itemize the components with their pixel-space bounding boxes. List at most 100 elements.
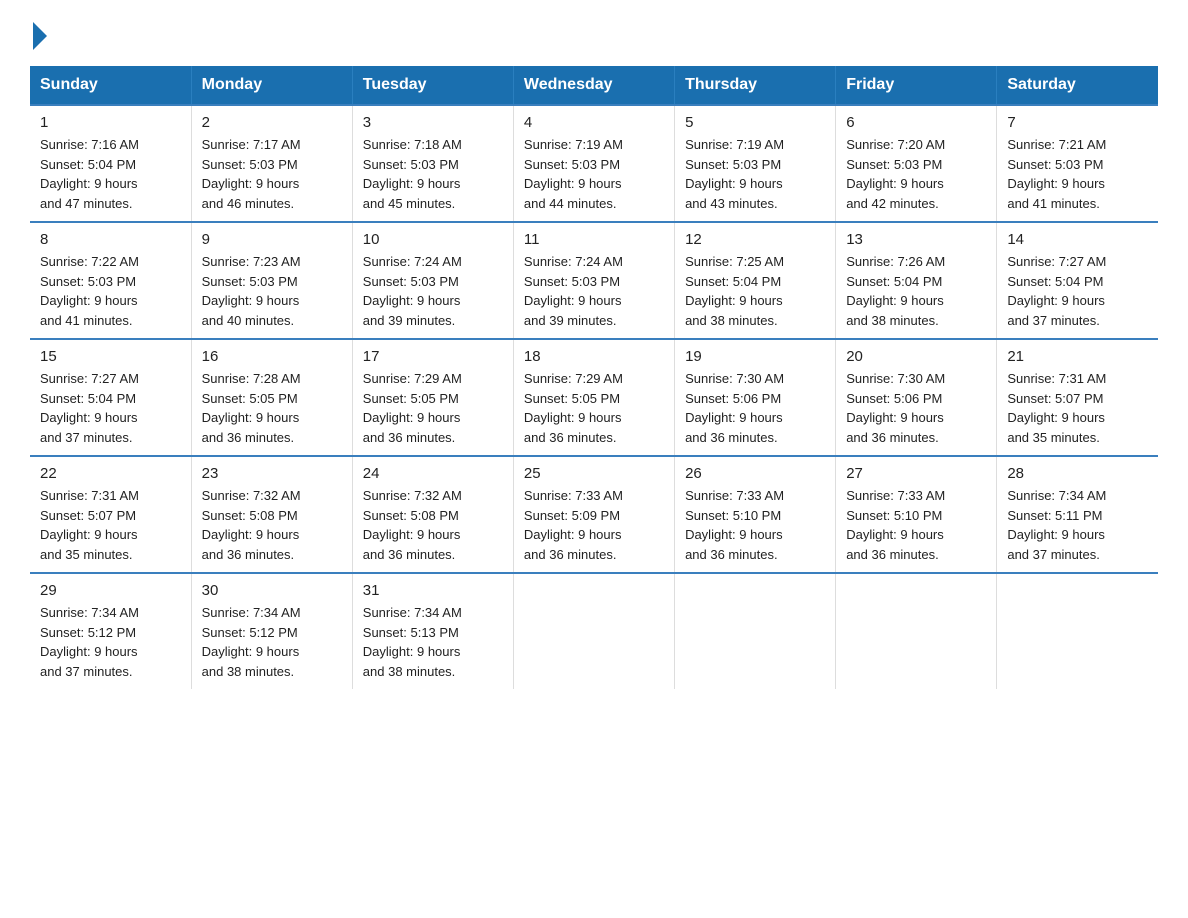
header-saturday: Saturday (997, 66, 1158, 105)
day-number: 22 (40, 465, 181, 482)
calendar-day-cell: 22 Sunrise: 7:31 AM Sunset: 5:07 PM Dayl… (30, 456, 191, 573)
day-info: Sunrise: 7:33 AM Sunset: 5:10 PM Dayligh… (846, 486, 986, 564)
day-info: Sunrise: 7:16 AM Sunset: 5:04 PM Dayligh… (40, 135, 181, 213)
day-number: 9 (202, 231, 342, 248)
day-info: Sunrise: 7:21 AM Sunset: 5:03 PM Dayligh… (1007, 135, 1148, 213)
day-info: Sunrise: 7:32 AM Sunset: 5:08 PM Dayligh… (202, 486, 342, 564)
day-number: 10 (363, 231, 503, 248)
day-info: Sunrise: 7:31 AM Sunset: 5:07 PM Dayligh… (40, 486, 181, 564)
day-info: Sunrise: 7:24 AM Sunset: 5:03 PM Dayligh… (363, 252, 503, 330)
day-number: 2 (202, 114, 342, 131)
day-number: 19 (685, 348, 825, 365)
day-info: Sunrise: 7:26 AM Sunset: 5:04 PM Dayligh… (846, 252, 986, 330)
calendar-day-cell: 20 Sunrise: 7:30 AM Sunset: 5:06 PM Dayl… (836, 339, 997, 456)
day-info: Sunrise: 7:27 AM Sunset: 5:04 PM Dayligh… (1007, 252, 1148, 330)
day-number: 13 (846, 231, 986, 248)
day-info: Sunrise: 7:17 AM Sunset: 5:03 PM Dayligh… (202, 135, 342, 213)
day-number: 15 (40, 348, 181, 365)
header-sunday: Sunday (30, 66, 191, 105)
day-info: Sunrise: 7:28 AM Sunset: 5:05 PM Dayligh… (202, 369, 342, 447)
calendar-day-cell (675, 573, 836, 689)
day-info: Sunrise: 7:20 AM Sunset: 5:03 PM Dayligh… (846, 135, 986, 213)
day-info: Sunrise: 7:27 AM Sunset: 5:04 PM Dayligh… (40, 369, 181, 447)
calendar-day-cell: 24 Sunrise: 7:32 AM Sunset: 5:08 PM Dayl… (352, 456, 513, 573)
day-number: 5 (685, 114, 825, 131)
day-number: 31 (363, 582, 503, 599)
logo-arrow-icon (33, 22, 47, 50)
calendar-week-row: 29 Sunrise: 7:34 AM Sunset: 5:12 PM Dayl… (30, 573, 1158, 689)
calendar-day-cell: 7 Sunrise: 7:21 AM Sunset: 5:03 PM Dayli… (997, 105, 1158, 222)
header-monday: Monday (191, 66, 352, 105)
calendar-day-cell (513, 573, 674, 689)
day-number: 8 (40, 231, 181, 248)
calendar-day-cell: 25 Sunrise: 7:33 AM Sunset: 5:09 PM Dayl… (513, 456, 674, 573)
day-number: 23 (202, 465, 342, 482)
day-number: 20 (846, 348, 986, 365)
page-header (30, 20, 1158, 46)
calendar-day-cell: 6 Sunrise: 7:20 AM Sunset: 5:03 PM Dayli… (836, 105, 997, 222)
header-friday: Friday (836, 66, 997, 105)
calendar-day-cell: 2 Sunrise: 7:17 AM Sunset: 5:03 PM Dayli… (191, 105, 352, 222)
logo (30, 20, 47, 46)
day-info: Sunrise: 7:19 AM Sunset: 5:03 PM Dayligh… (524, 135, 664, 213)
calendar-day-cell: 5 Sunrise: 7:19 AM Sunset: 5:03 PM Dayli… (675, 105, 836, 222)
day-info: Sunrise: 7:29 AM Sunset: 5:05 PM Dayligh… (524, 369, 664, 447)
day-number: 14 (1007, 231, 1148, 248)
day-info: Sunrise: 7:31 AM Sunset: 5:07 PM Dayligh… (1007, 369, 1148, 447)
calendar-day-cell: 9 Sunrise: 7:23 AM Sunset: 5:03 PM Dayli… (191, 222, 352, 339)
calendar-day-cell: 15 Sunrise: 7:27 AM Sunset: 5:04 PM Dayl… (30, 339, 191, 456)
day-number: 28 (1007, 465, 1148, 482)
day-number: 11 (524, 231, 664, 248)
calendar-day-cell: 19 Sunrise: 7:30 AM Sunset: 5:06 PM Dayl… (675, 339, 836, 456)
calendar-day-cell: 16 Sunrise: 7:28 AM Sunset: 5:05 PM Dayl… (191, 339, 352, 456)
calendar-day-cell: 8 Sunrise: 7:22 AM Sunset: 5:03 PM Dayli… (30, 222, 191, 339)
calendar-day-cell: 26 Sunrise: 7:33 AM Sunset: 5:10 PM Dayl… (675, 456, 836, 573)
day-info: Sunrise: 7:22 AM Sunset: 5:03 PM Dayligh… (40, 252, 181, 330)
day-info: Sunrise: 7:34 AM Sunset: 5:11 PM Dayligh… (1007, 486, 1148, 564)
day-number: 24 (363, 465, 503, 482)
calendar-day-cell: 30 Sunrise: 7:34 AM Sunset: 5:12 PM Dayl… (191, 573, 352, 689)
calendar-day-cell: 10 Sunrise: 7:24 AM Sunset: 5:03 PM Dayl… (352, 222, 513, 339)
calendar-day-cell: 3 Sunrise: 7:18 AM Sunset: 5:03 PM Dayli… (352, 105, 513, 222)
calendar-day-cell: 1 Sunrise: 7:16 AM Sunset: 5:04 PM Dayli… (30, 105, 191, 222)
calendar-day-cell: 12 Sunrise: 7:25 AM Sunset: 5:04 PM Dayl… (675, 222, 836, 339)
day-info: Sunrise: 7:23 AM Sunset: 5:03 PM Dayligh… (202, 252, 342, 330)
calendar-week-row: 15 Sunrise: 7:27 AM Sunset: 5:04 PM Dayl… (30, 339, 1158, 456)
day-info: Sunrise: 7:19 AM Sunset: 5:03 PM Dayligh… (685, 135, 825, 213)
header-tuesday: Tuesday (352, 66, 513, 105)
header-wednesday: Wednesday (513, 66, 674, 105)
calendar-day-cell: 28 Sunrise: 7:34 AM Sunset: 5:11 PM Dayl… (997, 456, 1158, 573)
calendar-day-cell: 23 Sunrise: 7:32 AM Sunset: 5:08 PM Dayl… (191, 456, 352, 573)
day-info: Sunrise: 7:34 AM Sunset: 5:12 PM Dayligh… (40, 603, 181, 681)
day-info: Sunrise: 7:25 AM Sunset: 5:04 PM Dayligh… (685, 252, 825, 330)
day-number: 6 (846, 114, 986, 131)
day-info: Sunrise: 7:29 AM Sunset: 5:05 PM Dayligh… (363, 369, 503, 447)
day-number: 30 (202, 582, 342, 599)
day-info: Sunrise: 7:24 AM Sunset: 5:03 PM Dayligh… (524, 252, 664, 330)
day-info: Sunrise: 7:34 AM Sunset: 5:12 PM Dayligh… (202, 603, 342, 681)
day-info: Sunrise: 7:30 AM Sunset: 5:06 PM Dayligh… (846, 369, 986, 447)
day-info: Sunrise: 7:18 AM Sunset: 5:03 PM Dayligh… (363, 135, 503, 213)
calendar-day-cell: 29 Sunrise: 7:34 AM Sunset: 5:12 PM Dayl… (30, 573, 191, 689)
day-info: Sunrise: 7:33 AM Sunset: 5:09 PM Dayligh… (524, 486, 664, 564)
calendar-day-cell: 18 Sunrise: 7:29 AM Sunset: 5:05 PM Dayl… (513, 339, 674, 456)
calendar-week-row: 22 Sunrise: 7:31 AM Sunset: 5:07 PM Dayl… (30, 456, 1158, 573)
day-info: Sunrise: 7:34 AM Sunset: 5:13 PM Dayligh… (363, 603, 503, 681)
day-number: 27 (846, 465, 986, 482)
calendar-day-cell (997, 573, 1158, 689)
day-info: Sunrise: 7:30 AM Sunset: 5:06 PM Dayligh… (685, 369, 825, 447)
calendar-week-row: 1 Sunrise: 7:16 AM Sunset: 5:04 PM Dayli… (30, 105, 1158, 222)
calendar-day-cell (836, 573, 997, 689)
day-info: Sunrise: 7:32 AM Sunset: 5:08 PM Dayligh… (363, 486, 503, 564)
day-number: 21 (1007, 348, 1148, 365)
day-number: 4 (524, 114, 664, 131)
day-number: 7 (1007, 114, 1148, 131)
day-number: 17 (363, 348, 503, 365)
calendar-day-cell: 13 Sunrise: 7:26 AM Sunset: 5:04 PM Dayl… (836, 222, 997, 339)
calendar-day-cell: 27 Sunrise: 7:33 AM Sunset: 5:10 PM Dayl… (836, 456, 997, 573)
day-number: 18 (524, 348, 664, 365)
calendar-day-cell: 21 Sunrise: 7:31 AM Sunset: 5:07 PM Dayl… (997, 339, 1158, 456)
calendar-day-cell: 14 Sunrise: 7:27 AM Sunset: 5:04 PM Dayl… (997, 222, 1158, 339)
calendar-week-row: 8 Sunrise: 7:22 AM Sunset: 5:03 PM Dayli… (30, 222, 1158, 339)
day-number: 12 (685, 231, 825, 248)
